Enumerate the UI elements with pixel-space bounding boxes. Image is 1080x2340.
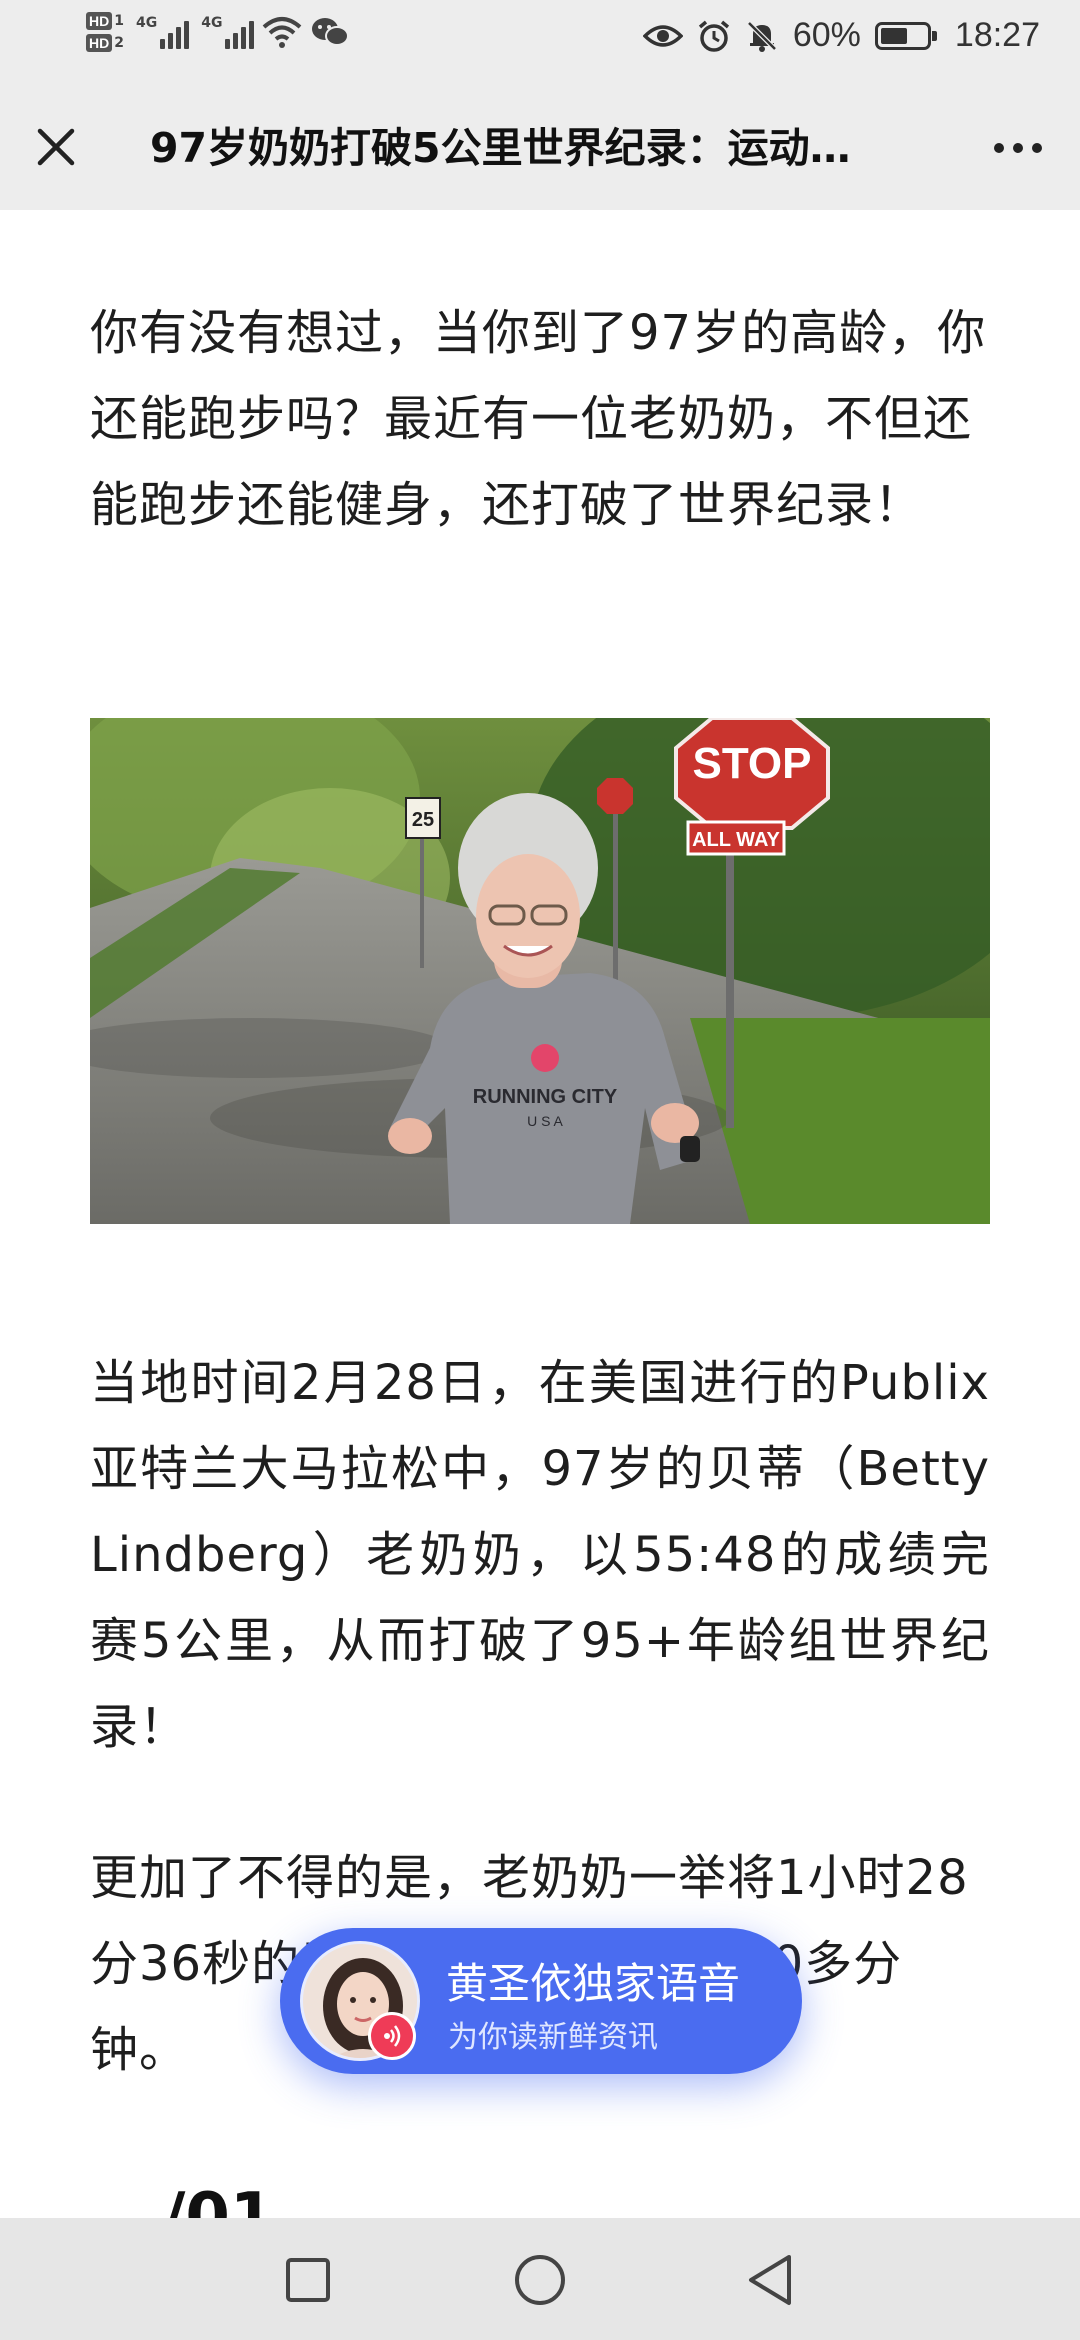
audio-subtitle: 为你读新鲜资讯	[448, 2020, 658, 2055]
speed-sign-text: 25	[412, 809, 434, 831]
network-2-label: 4G	[201, 15, 223, 31]
wechat-icon	[312, 18, 350, 46]
article-paragraph: 你有没有想过，当你到了97岁的高龄，你还能跑步吗？最近有一位老奶奶，不但还能跑步…	[90, 305, 987, 533]
status-left: HD 1 HD 2 4G 4G	[86, 12, 350, 52]
signal-2-icon: 4G	[201, 15, 255, 49]
home-circle-icon	[515, 2255, 565, 2305]
mute-icon	[747, 20, 777, 52]
recents-button[interactable]	[278, 2250, 338, 2310]
recents-square-icon	[286, 2258, 330, 2302]
more-dot	[1013, 143, 1023, 153]
stop-sign-text: STOP	[692, 739, 811, 788]
sim1-hd-badge: HD	[86, 12, 113, 30]
audio-title: 黄圣依独家语音	[446, 1959, 741, 2008]
system-nav-bar	[0, 2218, 1080, 2340]
more-dot	[1032, 143, 1042, 153]
all-way-sign-text: ALL WAY	[692, 829, 780, 851]
status-right: 60% 18:27	[642, 16, 1040, 55]
sim2-hd-badge: HD	[86, 34, 113, 52]
battery-icon	[874, 21, 937, 50]
sim2-number: 2	[114, 35, 124, 51]
more-button[interactable]	[982, 122, 1054, 174]
shirt-subtext: U S A	[527, 1113, 563, 1129]
back-triangle-icon	[749, 2255, 791, 2305]
title-bar: 97岁奶奶打破5公里世界纪录：运动是最好的良药	[0, 84, 1080, 210]
status-bar: HD 1 HD 2 4G 4G 60% 18:27	[0, 0, 1080, 84]
page-title: 97岁奶奶打破5公里世界纪录：运动是最好的良药	[150, 124, 890, 172]
eye-icon	[642, 24, 683, 47]
sim1-number: 1	[114, 13, 124, 29]
article-photo[interactable]: STOP ALL WAY 25 RUNNING CITY U S A	[90, 718, 990, 1224]
audio-playing-icon	[368, 2012, 416, 2060]
runner-photo-illustration: STOP ALL WAY 25 RUNNING CITY U S A	[90, 718, 990, 1224]
wifi-icon	[263, 17, 302, 48]
sim-indicators: HD 1 HD 2	[86, 12, 124, 52]
home-button[interactable]	[510, 2250, 570, 2310]
close-button[interactable]	[26, 117, 86, 177]
article-paragraph: 当地时间2月28日，在美国进行的Publix亚特兰大马拉松中，97岁的贝蒂（Be…	[90, 1355, 990, 1755]
battery-percent: 60%	[792, 16, 861, 54]
audio-reader-pill[interactable]: 黄圣依独家语音 为你读新鲜资讯	[280, 1928, 802, 2074]
network-1-label: 4G	[135, 15, 158, 31]
clock: 18:27	[954, 16, 1040, 54]
shirt-text: RUNNING CITY	[473, 1086, 618, 1108]
back-button[interactable]	[740, 2250, 800, 2310]
close-icon	[37, 128, 75, 166]
more-icon	[994, 143, 1004, 153]
alarm-icon	[698, 20, 729, 52]
signal-1-icon: 4G	[135, 15, 190, 49]
